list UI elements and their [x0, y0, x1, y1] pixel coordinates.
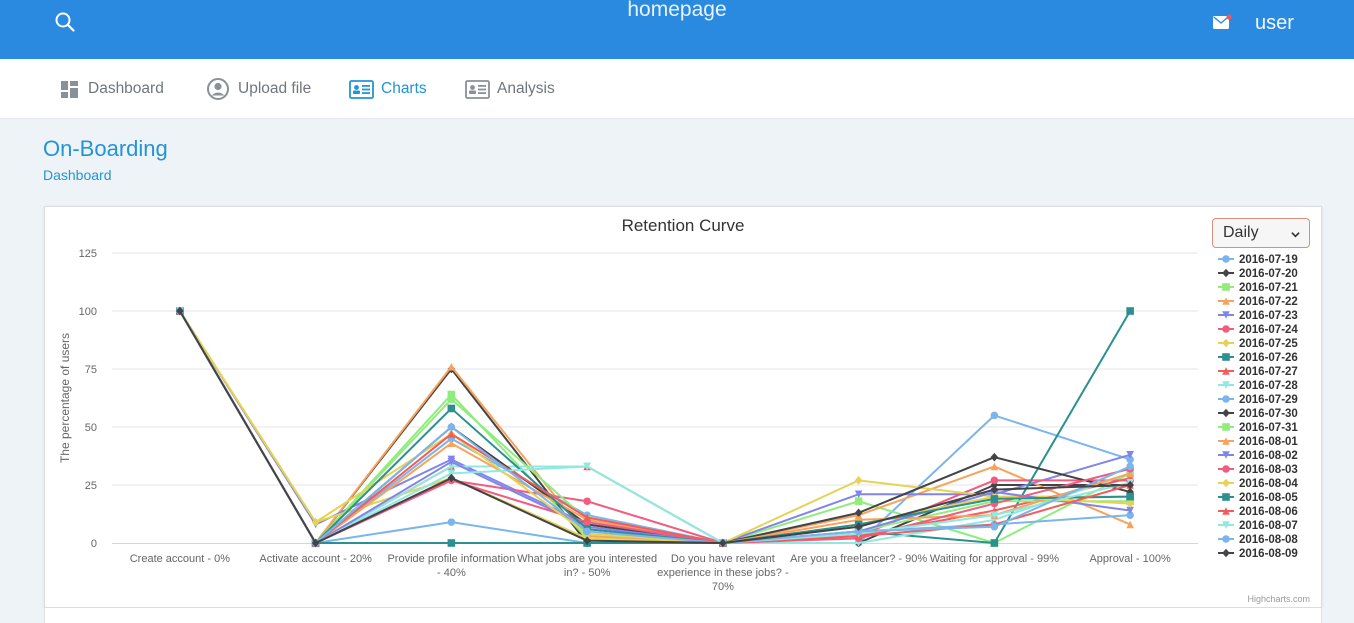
legend-marker[interactable] — [1222, 353, 1230, 361]
chart-credits[interactable]: Highcharts.com — [1247, 594, 1310, 604]
legend-marker[interactable] — [1222, 395, 1230, 403]
legend-label: 2016-08-06 — [1239, 506, 1298, 518]
x-tick-label: Approval - 100% — [1089, 553, 1171, 565]
legend-item[interactable]: 2016-08-07 — [1218, 520, 1298, 532]
data-point[interactable] — [990, 476, 999, 485]
data-point[interactable] — [990, 522, 999, 531]
data-point[interactable] — [1126, 492, 1134, 501]
legend-marker[interactable] — [1222, 478, 1230, 488]
legend-item[interactable]: 2016-07-24 — [1218, 324, 1298, 336]
y-tick-label: 50 — [85, 422, 97, 434]
legend-item[interactable]: 2016-07-20 — [1218, 268, 1298, 280]
legend-item[interactable]: 2016-07-25 — [1218, 338, 1298, 350]
legend-marker[interactable] — [1222, 255, 1230, 263]
legend-label: 2016-07-23 — [1239, 310, 1298, 322]
data-point[interactable] — [854, 497, 863, 506]
legend-marker[interactable] — [1222, 493, 1230, 501]
data-point[interactable] — [447, 518, 456, 526]
legend-label: 2016-08-09 — [1239, 548, 1298, 560]
legend-item[interactable]: 2016-07-28 — [1218, 380, 1298, 392]
data-point[interactable] — [990, 539, 999, 547]
legend-label: 2016-08-04 — [1239, 478, 1298, 490]
legend-item[interactable]: 2016-08-04 — [1218, 478, 1298, 490]
legend-marker[interactable] — [1222, 283, 1230, 291]
legend-label: 2016-07-27 — [1239, 366, 1298, 378]
legend-marker[interactable] — [1222, 268, 1230, 278]
y-tick-label: 25 — [85, 480, 97, 492]
legend-label: 2016-07-29 — [1239, 394, 1298, 406]
data-point[interactable] — [447, 395, 456, 403]
y-tick-label: 125 — [79, 248, 97, 260]
legend-marker[interactable] — [1222, 535, 1230, 543]
legend-item[interactable]: 2016-07-21 — [1218, 282, 1298, 294]
legend-item[interactable]: 2016-08-06 — [1218, 506, 1298, 518]
legend-label: 2016-07-21 — [1239, 282, 1298, 294]
period-select[interactable]: Daily — [1212, 218, 1310, 248]
legend-label: 2016-07-24 — [1239, 324, 1298, 336]
y-tick-label: 0 — [91, 538, 97, 550]
data-point[interactable] — [447, 423, 456, 431]
legend-item[interactable]: 2016-07-30 — [1218, 408, 1298, 420]
legend-label: 2016-07-19 — [1239, 254, 1298, 266]
legend-item[interactable]: 2016-08-09 — [1218, 548, 1298, 560]
data-point[interactable] — [583, 527, 591, 536]
legend-marker[interactable] — [1222, 423, 1230, 431]
legend-item[interactable]: 2016-08-05 — [1218, 492, 1298, 504]
legend-label: 2016-08-03 — [1239, 464, 1298, 476]
data-point[interactable] — [1126, 307, 1134, 315]
legend-marker[interactable] — [1222, 338, 1230, 348]
legend-marker[interactable] — [1222, 465, 1230, 473]
legend-item[interactable]: 2016-08-01 — [1218, 436, 1298, 448]
legend-label: 2016-08-08 — [1239, 534, 1298, 546]
legend-label: 2016-07-28 — [1239, 380, 1298, 392]
legend-item[interactable]: 2016-07-19 — [1218, 254, 1298, 266]
legend-label: 2016-08-02 — [1239, 450, 1298, 462]
data-point[interactable] — [447, 404, 456, 413]
x-tick-label: What jobs are you interested in? - 50% — [517, 553, 657, 579]
legend-marker[interactable] — [1222, 408, 1230, 418]
legend-label: 2016-08-05 — [1239, 492, 1298, 504]
legend-label: 2016-07-30 — [1239, 408, 1298, 420]
legend-item[interactable]: 2016-08-08 — [1218, 534, 1298, 546]
chart-title: Retention Curve — [622, 216, 745, 235]
legend-item[interactable]: 2016-07-27 — [1218, 366, 1298, 378]
data-point[interactable] — [990, 495, 999, 503]
legend-label: 2016-07-20 — [1239, 268, 1298, 280]
legend-label: 2016-07-25 — [1239, 338, 1298, 350]
legend-label: 2016-07-26 — [1239, 352, 1298, 364]
data-point[interactable] — [990, 452, 999, 462]
x-tick-label: Activate account - 20% — [259, 553, 372, 565]
legend-label: 2016-08-07 — [1239, 520, 1298, 532]
x-tick-label: Waiting for approval - 99% — [930, 553, 1059, 565]
legend-item[interactable]: 2016-07-31 — [1218, 422, 1298, 434]
legend-item[interactable]: 2016-08-02 — [1218, 450, 1298, 462]
y-axis-title: The percentage of users — [58, 333, 72, 463]
legend-label: 2016-07-31 — [1239, 422, 1298, 434]
legend-item[interactable]: 2016-08-03 — [1218, 464, 1298, 476]
data-point[interactable] — [447, 362, 456, 371]
legend-label: 2016-08-01 — [1239, 436, 1298, 448]
data-point[interactable] — [1126, 462, 1134, 471]
legend-item[interactable]: 2016-07-23 — [1218, 310, 1298, 322]
legend-item[interactable]: 2016-07-26 — [1218, 352, 1298, 364]
legend-label: 2016-07-22 — [1239, 296, 1298, 308]
x-tick-label: Provide profile information - 40% — [387, 553, 515, 579]
legend-marker[interactable] — [1222, 548, 1230, 558]
x-tick-label: Do you have relevant experience in these … — [657, 553, 789, 593]
data-point[interactable] — [990, 411, 999, 420]
x-tick-label: Are you a freelancer? - 90% — [790, 553, 927, 565]
retention-chart: 0 25 50 75 100 125 Create account - 0% Activate… — [58, 216, 1310, 604]
y-tick-label: 100 — [79, 306, 97, 318]
y-tick-label: 75 — [85, 364, 97, 376]
data-point[interactable] — [447, 539, 456, 547]
legend-item[interactable]: 2016-07-29 — [1218, 394, 1298, 406]
legend-marker[interactable] — [1222, 325, 1230, 333]
data-point[interactable] — [583, 497, 591, 506]
period-select-value: Daily — [1223, 224, 1259, 241]
x-tick-label: Create account - 0% — [130, 553, 230, 565]
legend-item[interactable]: 2016-07-22 — [1218, 296, 1298, 308]
chevron-down-icon — [1291, 232, 1300, 238]
data-point[interactable] — [1126, 520, 1134, 529]
data-point[interactable] — [854, 476, 863, 485]
